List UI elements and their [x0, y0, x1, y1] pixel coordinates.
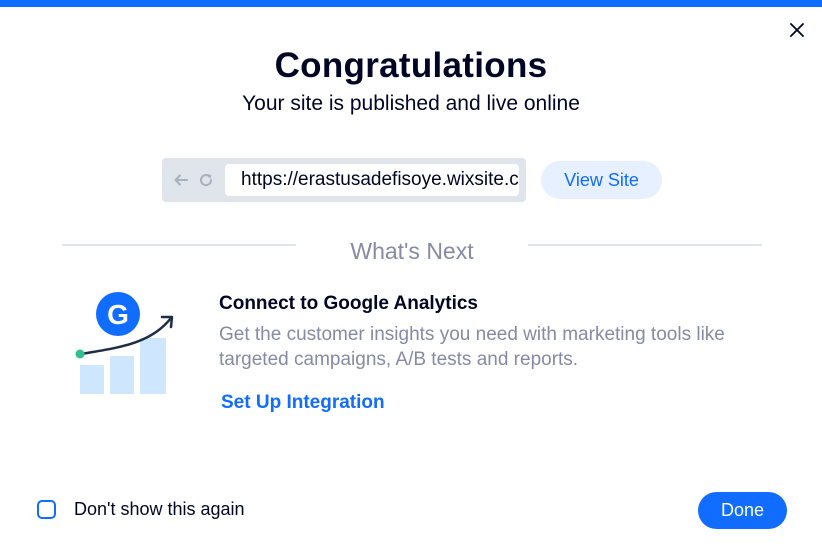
dialog-subtitle: Your site is published and live online	[242, 92, 580, 115]
top-accent-bar	[0, 0, 822, 7]
divider-left	[62, 244, 296, 246]
reload-icon	[200, 174, 213, 187]
growth-bar-1	[80, 365, 104, 394]
dont-show-label[interactable]: Don't show this again	[74, 499, 245, 520]
divider-right	[528, 244, 762, 246]
done-button[interactable]: Done	[698, 492, 787, 529]
close-icon	[790, 23, 804, 37]
site-url-text: https://erastusadefisoye.wixsite.com/my-…	[241, 169, 519, 190]
card-title: Connect to Google Analytics	[219, 293, 478, 314]
dont-show-checkbox[interactable]	[37, 500, 56, 519]
growth-bar-2	[110, 356, 134, 394]
google-analytics-growth-icon: G	[75, 292, 174, 394]
view-site-button[interactable]: View Site	[541, 161, 662, 199]
start-dot	[75, 349, 85, 359]
site-url-field[interactable]: https://erastusadefisoye.wixsite.com/my-…	[225, 164, 519, 196]
arrow-left-icon	[174, 174, 188, 186]
set-up-integration-link[interactable]: Set Up Integration	[221, 392, 385, 414]
card-description: Get the customer insights you need with …	[219, 324, 725, 370]
whats-next-heading: What's Next	[350, 238, 474, 264]
google-badge-letter: G	[107, 299, 129, 330]
dialog-title: Congratulations	[274, 46, 548, 85]
close-button[interactable]	[786, 19, 808, 41]
growth-bar-3	[140, 338, 166, 394]
